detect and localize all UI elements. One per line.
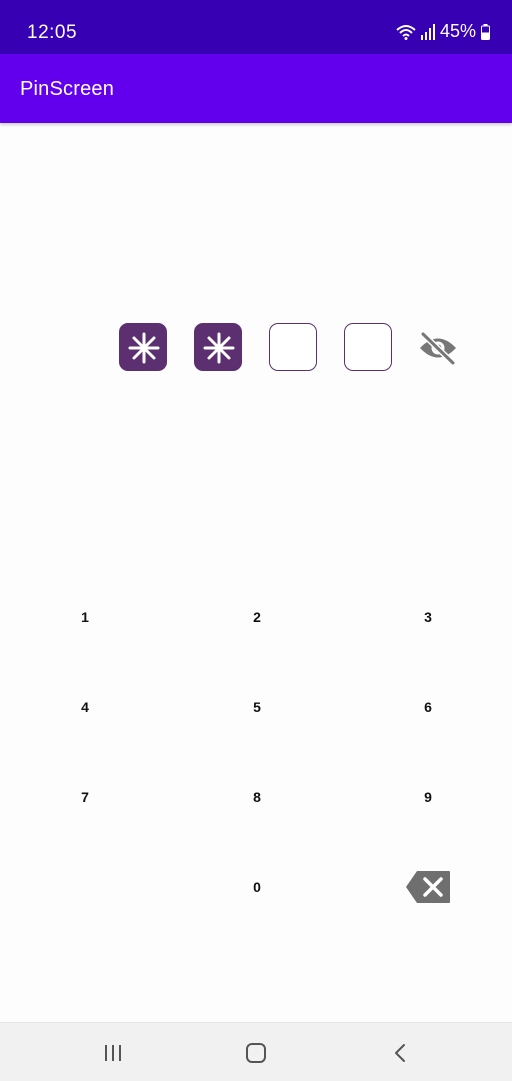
key-1[interactable]: 1 [25, 582, 145, 652]
status-icons: 45% [396, 21, 490, 42]
key-2[interactable]: 2 [197, 582, 317, 652]
key-4[interactable]: 4 [25, 672, 145, 742]
backspace-icon [406, 871, 450, 903]
home-button[interactable] [241, 1040, 271, 1066]
eye-off-icon [420, 331, 456, 366]
app-bar: PinScreen [0, 54, 512, 123]
asterisk-icon [128, 332, 160, 364]
recent-apps-icon [105, 1045, 121, 1061]
status-time: 12:05 [27, 22, 78, 43]
key-0[interactable]: 0 [197, 852, 317, 922]
pin-box-empty[interactable] [269, 323, 317, 371]
key-8[interactable]: 8 [197, 762, 317, 832]
home-icon [246, 1043, 266, 1063]
status-bar: 12:05 45% [0, 0, 512, 54]
backspace-button[interactable] [405, 869, 451, 905]
back-button[interactable] [385, 1040, 415, 1066]
pin-box-filled[interactable] [119, 323, 167, 371]
battery-percent: 45% [439, 21, 476, 41]
signal-icon [420, 23, 435, 40]
pin-entry-row [0, 323, 512, 373]
app-title: PinScreen [20, 78, 115, 100]
key-6[interactable]: 6 [368, 672, 488, 742]
recent-apps-button[interactable] [98, 1040, 128, 1066]
key-9[interactable]: 9 [368, 762, 488, 832]
battery-icon [481, 23, 490, 40]
wifi-icon [396, 24, 416, 40]
toggle-visibility-button[interactable] [418, 331, 458, 366]
key-5[interactable]: 5 [197, 672, 317, 742]
back-icon [395, 1044, 405, 1062]
key-3[interactable]: 3 [368, 582, 488, 652]
pin-box-empty[interactable] [344, 323, 392, 371]
asterisk-icon [203, 332, 235, 364]
key-7[interactable]: 7 [25, 762, 145, 832]
navigation-bar [0, 1022, 512, 1081]
pin-box-filled[interactable] [194, 323, 242, 371]
